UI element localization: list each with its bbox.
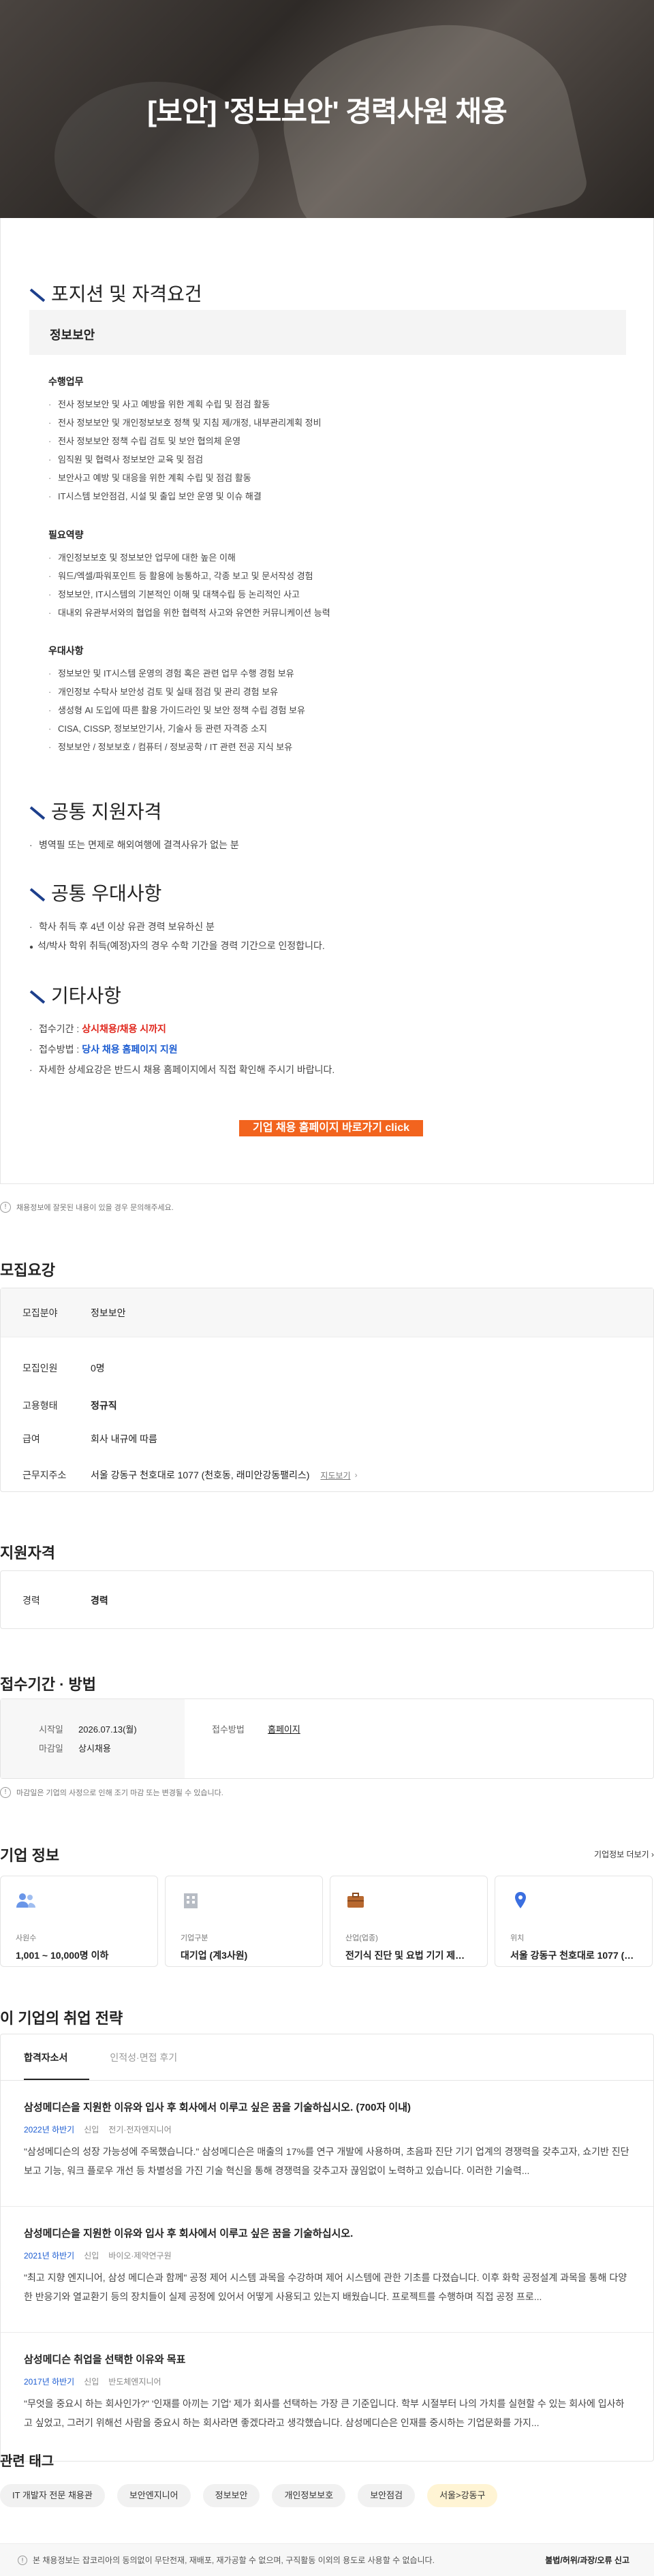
tag-item[interactable]: 개인정보보호 [272, 2484, 346, 2507]
list-item: 전사 정보보안 정책 수립 검토 및 보안 협의체 운영 [48, 432, 621, 450]
briefcase-icon [345, 1891, 366, 1909]
report-notice: ! 채용정보에 잘못된 내용이 있을 경우 문의해주세요. [0, 1202, 174, 1213]
tag-item[interactable]: 정보보안 [202, 2484, 260, 2507]
section-position: 포지션 및 자격요건 [29, 279, 202, 307]
company-homepage-button[interactable]: 기업 채용 홈페이지 바로가기 click [239, 1120, 423, 1136]
homepage-link[interactable]: 홈페이지 [268, 1722, 300, 1735]
period-title: 접수기간 · 방법 [0, 1676, 96, 1693]
map-link[interactable]: 지도보기 [320, 1470, 350, 1481]
job-description: 포지션 및 자격요건 정보보안 수행업무 전사 정보보안 및 사고 예방을 위한… [0, 218, 654, 1184]
group-duties: 수행업무 전사 정보보안 및 사고 예방을 위한 계획 수립 및 점검 활동 전… [48, 375, 621, 506]
job-title: [보안] '정보보안' 경력사원 채용 [147, 95, 508, 127]
period-card: 시작일 2026.07.13(월) 마감일 상시채용 접수방법 홈페이지 [0, 1698, 654, 1779]
section-common-pref: 공통 우대사항 [29, 879, 161, 906]
section-mark-icon [29, 987, 44, 1002]
section-common-req: 공통 지원자격 [29, 797, 161, 824]
report-link[interactable]: 불법/허위/과장/오류 신고 [545, 2554, 629, 2566]
section-etc: 기타사항 [29, 981, 121, 1008]
story-item[interactable]: 삼성메디슨을 지원한 이유와 입사 후 회사에서 이루고 싶은 꿈을 기술하십시… [1, 2207, 653, 2333]
company-card-industry: 산업(업종) 전기식 진단 및 요법 기기 제조업 [330, 1876, 488, 1967]
position-name-box: 정보보안 [29, 310, 626, 355]
list-item: 정보보안 및 IT시스템 운영의 경험 혹은 관련 업무 수행 경험 보유 [48, 664, 621, 683]
common-pref-note: ● 석/박사 학위 취득(예정)자의 경우 수학 기간을 경력 기간으로 인정합니… [29, 940, 325, 951]
strategy-tabs: 합격자소서 인적성·면접 후기 [1, 2034, 653, 2081]
strategy-card: 합격자소서 인적성·면접 후기 삼성메디슨을 지원한 이유와 입사 후 회사에서… [0, 2034, 654, 2462]
summary-row: 모집분야 정보보안 [1, 1288, 653, 1337]
list-item: 개인정보보호 및 정보보안 업무에 대한 높은 이해 [48, 548, 621, 567]
etc-period: 접수기간 : 상시채용/채용 시까지 [29, 1019, 334, 1039]
page: [보안] '정보보안' 경력사원 채용 포지션 및 자격요건 정보보안 수행업무… [0, 0, 654, 2576]
list-item: 개인정보 수탁사 보안성 검토 및 실태 점검 및 관리 경험 보유 [48, 683, 621, 701]
footer-bar: ! 본 채용정보는 잡코리아의 동의없이 무단전재, 재배포, 재가공할 수 없… [0, 2543, 654, 2576]
list-item: IT시스템 보안점검, 시설 및 출입 보안 운영 및 이슈 해결 [48, 487, 621, 506]
tag-list: IT 개발자 전문 채용관 보안엔지니어 정보보안 개인정보보호 보안점검 서울… [0, 2484, 498, 2507]
tag-item[interactable]: IT 개발자 전문 채용관 [0, 2484, 105, 2507]
list-item: CISA, CISSP, 정보보안기사, 기술사 등 관련 자격증 소지 [48, 719, 621, 738]
info-icon: ! [18, 2555, 27, 2565]
list-item: 대내외 유관부서와의 협업을 위한 협력적 사고와 유연한 커뮤니케이션 능력 [48, 604, 621, 622]
story-item[interactable]: 삼성메디슨 취업을 선택한 이유와 목표 2017년 하반기 신입 반도체엔지니어 … [1, 2333, 653, 2459]
story-item[interactable]: 삼성메디슨을 지원한 이유와 입사 후 회사에서 이루고 싶은 꿈을 기술하십시… [1, 2081, 653, 2207]
etc-list: 접수기간 : 상시채용/채용 시까지 접수방법 : 당사 채용 홈페이지 지원 … [29, 1019, 334, 1080]
list-item: 워드/엑셀/파워포인트 등 활용에 능통하고, 각종 보고 및 문서작성 경험 [48, 567, 621, 585]
summary-title: 모집요강 [0, 1262, 55, 1279]
info-icon: ! [0, 1787, 11, 1798]
list-item: 정보보안, IT시스템의 기본적인 이해 및 대책수립 등 논리적인 사고 [48, 585, 621, 604]
section-mark-icon [29, 885, 44, 900]
list-item: 학사 취득 후 4년 이상 유관 경력 보유하신 분 [29, 916, 215, 937]
list-item: 전사 정보보안 및 개인정보보호 정책 및 지침 제/개정, 내부관리계획 정비 [48, 414, 621, 432]
tag-item[interactable]: 보안점검 [358, 2484, 416, 2507]
list-item: 보안사고 예방 및 대응을 위한 계획 수립 및 점검 활동 [48, 469, 621, 487]
common-req-list: 병역필 또는 면제로 해외여행에 결격사유가 없는 분 [29, 835, 239, 855]
qual-title: 지원자격 [0, 1545, 55, 1562]
summary-row: 모집인원 0명 [22, 1363, 105, 1374]
summary-row: 급여 회사 내규에 따름 [22, 1433, 157, 1444]
common-pref-list: 학사 취득 후 4년 이상 유관 경력 보유하신 분 [29, 916, 215, 937]
company-card-location: 위치 서울 강동구 천호대로 1077 (천... [495, 1876, 653, 1967]
summary-card: 모집분야 정보보안 모집인원 0명 고용형태 정규직 급여 회사 내규에 따름 근무지주… [0, 1288, 654, 1492]
company-title: 기업 정보 [0, 1847, 60, 1864]
tags-title: 관련 태그 [0, 2454, 54, 2469]
company-info-cards: 사원수 1,001 ~ 10,000명 이하 기업구분 대기업 (계3사원) 산… [0, 1876, 654, 1967]
section-mark-icon [29, 803, 44, 818]
deadline-notice: ! 마감일은 기업의 사정으로 인해 조기 마감 또는 변경될 수 있습니다. [0, 1787, 223, 1798]
list-item: 전사 정보보안 및 사고 예방을 위한 계획 수립 및 점검 활동 [48, 395, 621, 414]
tab-interview[interactable]: 인적성·면접 후기 [110, 2034, 199, 2080]
etc-method: 접수방법 : 당사 채용 홈페이지 지원 [29, 1039, 334, 1059]
hero-banner: [보안] '정보보안' 경력사원 채용 [0, 0, 654, 218]
group-skills: 필요역량 개인정보보호 및 정보보안 업무에 대한 높은 이해 워드/엑셀/파워… [48, 528, 621, 622]
people-icon [16, 1891, 36, 1909]
list-item: 병역필 또는 면제로 해외여행에 결격사유가 없는 분 [29, 835, 239, 855]
building-icon [181, 1891, 201, 1909]
group-preferred: 우대사항 정보보안 및 IT시스템 운영의 경험 혹은 관련 업무 수행 경험 … [48, 644, 621, 756]
summary-row: 근무지주소 서울 강동구 천호대로 1077 (천호동, 래미안강동팰리스) 지도보… [22, 1470, 358, 1481]
tab-cover-letter[interactable]: 합격자소서 [24, 2034, 90, 2080]
company-card-employees: 사원수 1,001 ~ 10,000명 이하 [0, 1876, 158, 1967]
company-more-link[interactable]: 기업정보 더보기 › [594, 1848, 654, 1860]
location-icon [510, 1891, 531, 1909]
list-item: 생성형 AI 도입에 따른 활용 가이드라인 및 보안 정책 수립 경험 보유 [48, 701, 621, 719]
section-mark-icon [29, 285, 44, 300]
qual-card: 경력 경력 [0, 1570, 654, 1629]
tag-item[interactable]: 서울>강동구 [427, 2484, 498, 2507]
company-card-type: 기업구분 대기업 (계3사원) [165, 1876, 323, 1967]
tag-item[interactable]: 보안엔지니어 [116, 2484, 191, 2507]
list-item: 임직원 및 협력사 정보보안 교육 및 점검 [48, 450, 621, 469]
summary-row: 고용형태 정규직 [22, 1400, 117, 1411]
chevron-right-icon: › [354, 1470, 358, 1480]
etc-detail: 자세한 상세요강은 반드시 채용 홈페이지에서 직접 확인해 주시기 바랍니다. [29, 1059, 334, 1080]
info-icon: ! [0, 1202, 11, 1213]
strategy-title: 이 기업의 취업 전략 [0, 2010, 123, 2027]
list-item: 정보보안 / 정보보호 / 컴퓨터 / 정보공학 / IT 관련 전공 지식 보… [48, 738, 621, 756]
